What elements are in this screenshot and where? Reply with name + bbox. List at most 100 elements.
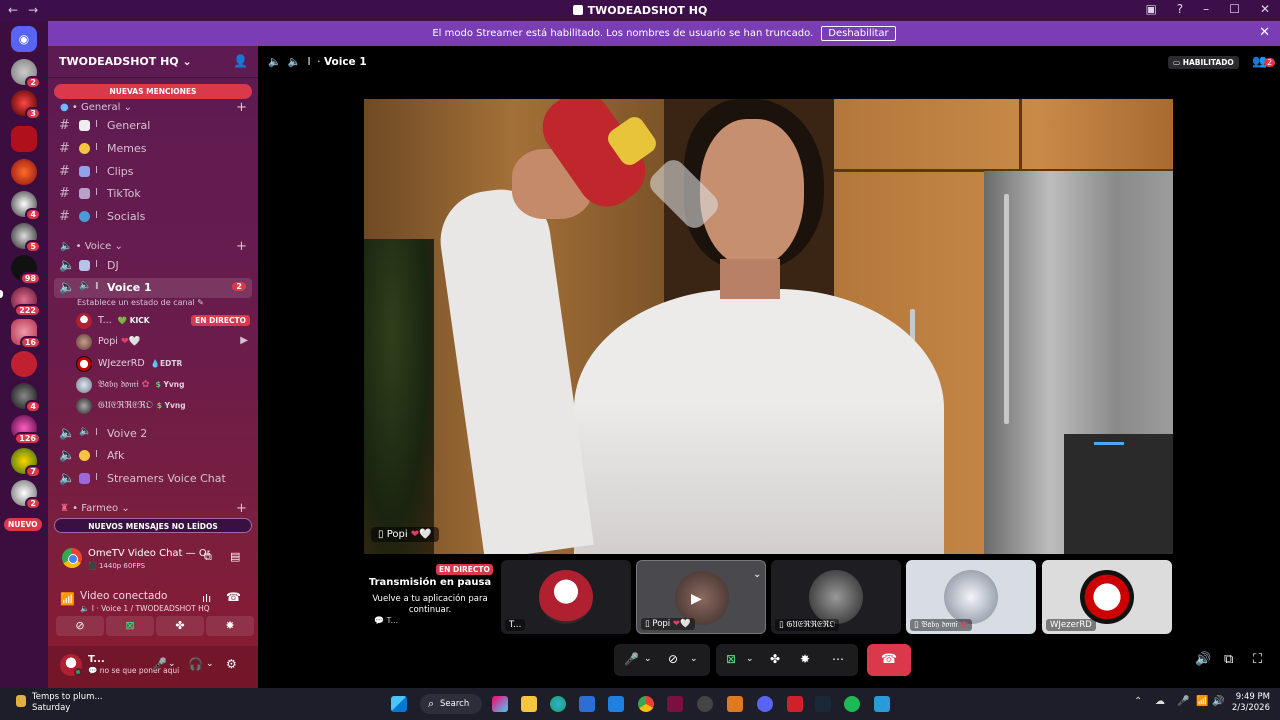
screen-share-icon[interactable]: ⧉ [204, 550, 212, 564]
disable-streamer-button[interactable]: Deshabilitar [821, 26, 896, 41]
voice-channel-streamers[interactable]: 🔈 I Streamers Voice Chat [54, 469, 252, 489]
wifi-icon[interactable]: 📶 [1196, 696, 1208, 707]
fullscreen-icon[interactable]: ⛶ [1253, 652, 1262, 667]
new-servers-badge[interactable]: NUEVO [4, 518, 42, 531]
category-farmeo[interactable]: ♜ • Farmeo ⌄ + [60, 501, 247, 516]
streamer-mode-badge[interactable]: ▭ HABILITADO [1168, 56, 1239, 69]
voice-user[interactable]: Popi ❤🤍 ▶ [76, 333, 252, 351]
chevron-down-icon[interactable]: ⌄ [206, 659, 214, 669]
headphones-icon[interactable]: 🎧 [188, 657, 203, 671]
voice-channel-afk[interactable]: 🔈 I Afk [54, 446, 252, 466]
participant-tile[interactable]: ▯ 𝔊𝔘𝔈ℜℜ𝔈ℜ𝔒 [771, 560, 901, 634]
app-icon[interactable] [697, 696, 713, 712]
close-icon[interactable]: ✕ [1259, 25, 1270, 40]
settings-gear-icon[interactable]: ⚙ [226, 657, 237, 671]
soundboard-icon[interactable]: ✸ [800, 652, 810, 666]
spotify-icon[interactable] [844, 696, 860, 712]
paused-stream-tile[interactable]: EN DIRECTO Transmisión en pausa Vuelve a… [366, 560, 494, 636]
activities-icon[interactable]: ✤ [770, 652, 780, 666]
voice-channel-dj[interactable]: 🔈 I DJ [54, 256, 252, 276]
username[interactable]: T... [88, 654, 105, 665]
server-icon[interactable]: 4 [11, 191, 41, 221]
voice-channel-voive2[interactable]: 🔈 🔈 I Voive 2 [54, 424, 252, 444]
category-voice[interactable]: 🔈 • Voice ⌄ + [60, 239, 247, 254]
microphone-icon[interactable]: 🎤 [152, 657, 167, 671]
participant-tile[interactable]: ▯ 𝔅𝔞𝔟𝔶 𝔡𝔬𝔪𝔦 ✿ [906, 560, 1036, 634]
voice-user[interactable]: WJezerRD 💧EDTR [76, 355, 252, 373]
add-channel-icon[interactable]: + [236, 100, 247, 115]
camera-off-button[interactable]: ⊘ [56, 616, 104, 636]
add-channel-icon[interactable]: + [236, 501, 247, 516]
server-icon[interactable] [11, 159, 37, 185]
chevron-down-icon[interactable]: ⌄ [746, 654, 754, 664]
microphone-tray-icon[interactable]: 🎤 [1177, 696, 1189, 707]
participant-tile[interactable]: ▶ ⌄ ▯ Popi ❤🤍 [636, 560, 766, 634]
voice-user[interactable]: T... 💚 KICK EN DIRECTO [76, 312, 252, 330]
camera-off-icon[interactable]: ⊘ [668, 652, 678, 666]
members-icon[interactable]: 👥2 [1252, 54, 1276, 68]
disconnect-icon[interactable]: ☎ [226, 590, 241, 604]
server-icon[interactable]: 98 [11, 255, 41, 285]
voice-location[interactable]: 🔈 I · Voice 1 / TWODEADSHOT HQ [80, 604, 210, 613]
notepad-icon[interactable] [874, 696, 890, 712]
app-icon[interactable] [787, 696, 803, 712]
soundboard-button[interactable]: ✸ [206, 616, 254, 636]
steam-icon[interactable] [815, 696, 831, 712]
chevron-down-icon[interactable]: ⌄ [753, 569, 761, 580]
activity-card[interactable]: OmeTV Video Chat — Omegle R... ⬛ 1440p 6… [54, 540, 252, 578]
store-icon[interactable] [579, 696, 595, 712]
cloud-icon[interactable]: ☁ [1155, 696, 1165, 707]
server-icon[interactable]: 3 [11, 90, 41, 120]
taskbar-search[interactable]: Search [420, 694, 482, 714]
main-video-feed[interactable]: ▯ Popi ❤🤍 [364, 99, 1173, 554]
popout-icon[interactable]: ⧉ [1224, 652, 1233, 667]
server-icon[interactable] [11, 351, 37, 377]
discord-home-icon[interactable]: ◉ [11, 26, 37, 52]
inbox-icon[interactable]: ▣ [1145, 2, 1156, 16]
channel-tiktok[interactable]: # I TikTok [54, 184, 252, 204]
server-icon[interactable]: 4 [11, 383, 41, 413]
minimize-button[interactable]: – [1203, 2, 1209, 16]
file-explorer-icon[interactable] [521, 696, 537, 712]
server-icon[interactable]: 222 [11, 287, 41, 317]
add-member-icon[interactable]: 👤 [233, 54, 248, 68]
app-icon[interactable] [727, 696, 743, 712]
channel-socials[interactable]: # I Socials [54, 207, 252, 227]
volume-icon[interactable]: 🔊 [1195, 652, 1211, 667]
chrome-icon[interactable] [638, 696, 654, 712]
server-icon[interactable]: 2 [11, 59, 41, 89]
activities-button[interactable]: ✤ [156, 616, 204, 636]
category-general[interactable]: ● • General ⌄ + [60, 100, 247, 115]
server-name[interactable]: TWODEADSHOT HQ ⌄ [59, 55, 192, 68]
server-icon[interactable]: 126 [11, 415, 41, 445]
server-icon[interactable]: 2 [11, 480, 41, 510]
channel-status-hint[interactable]: Establece un estado de canal ✎ [77, 298, 204, 307]
participant-tile[interactable]: T... [501, 560, 631, 634]
weather-widget[interactable]: Temps to plum... Saturday [16, 692, 103, 714]
popout-icon[interactable]: ▤ [230, 550, 240, 563]
clock[interactable]: 9:49 PM 2/3/2026 [1220, 692, 1270, 714]
channel-general[interactable]: # I General [54, 116, 252, 136]
disconnect-button[interactable]: ☎ [867, 644, 911, 676]
mail-icon[interactable] [608, 696, 624, 712]
new-mentions-pill[interactable]: NUEVAS MENCIONES [54, 84, 252, 99]
app-icon[interactable] [667, 696, 683, 712]
help-icon[interactable]: ? [1177, 2, 1183, 16]
share-screen-icon[interactable]: ⊠ [726, 652, 736, 666]
voice-channel-voice1[interactable]: 🔈 🔈 I Voice 12 [54, 278, 252, 298]
signal-icon[interactable]: 📶 [60, 592, 75, 606]
discord-icon[interactable] [757, 696, 773, 712]
microphone-icon[interactable]: 🎤 [624, 652, 639, 666]
server-header[interactable]: TWODEADSHOT HQ ⌄ 👤 [48, 46, 258, 78]
copilot-icon[interactable] [492, 696, 508, 712]
chevron-up-icon[interactable]: ⌃ [1134, 696, 1142, 707]
share-screen-button[interactable]: ⊠ [106, 616, 154, 636]
close-window-button[interactable]: ✕ [1260, 2, 1270, 16]
server-icon[interactable]: 7 [11, 448, 41, 478]
new-messages-pill[interactable]: NUEVOS MENSAJES NO LEÍDOS [54, 518, 252, 533]
voice-user[interactable]: 𝔊𝔘𝔈ℜℜ𝔈ℜ𝔒 $ Yvng [76, 397, 252, 415]
server-icon[interactable] [11, 126, 37, 152]
server-icon[interactable]: 16 [11, 319, 41, 349]
noise-suppression-icon[interactable]: ılı [202, 592, 211, 605]
chevron-down-icon[interactable]: ⌄ [168, 659, 176, 669]
